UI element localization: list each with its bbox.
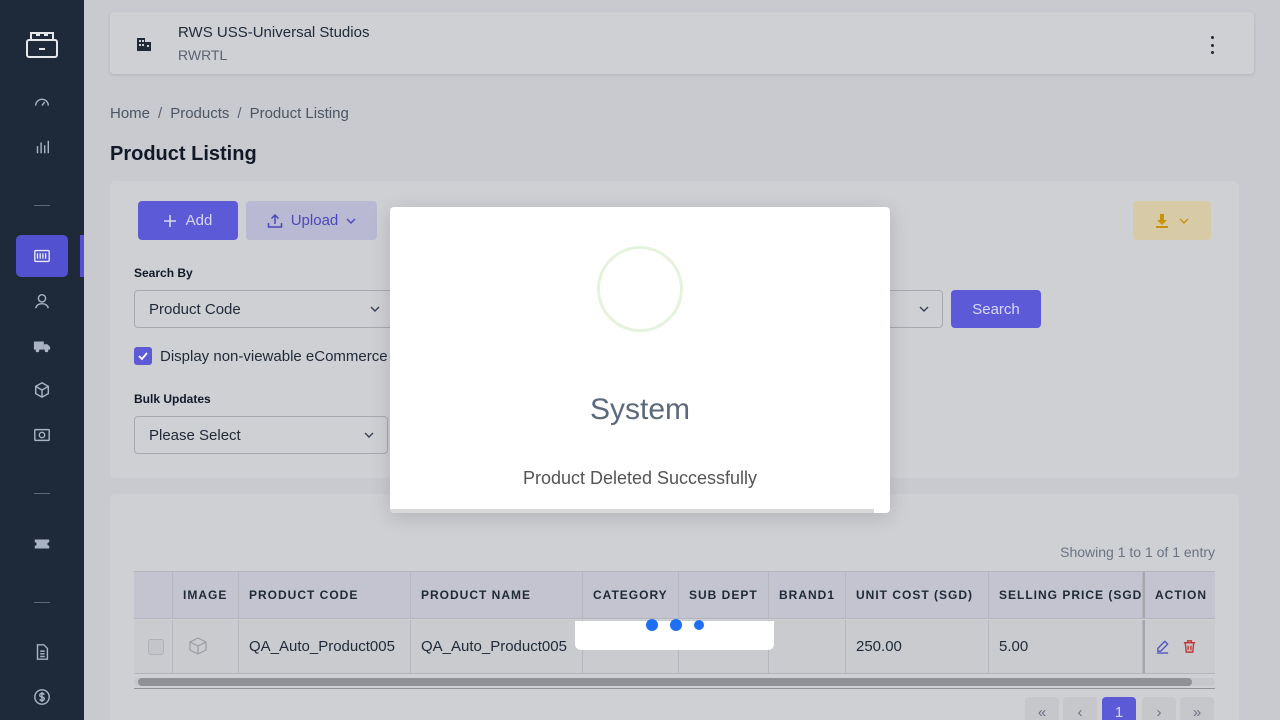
camera-icon[interactable]: [0, 413, 84, 457]
search-button[interactable]: Search: [951, 290, 1041, 328]
sidebar-divider: [34, 205, 50, 206]
table-header: IMAGE PRODUCT CODE PRODUCT NAME CATEGORY…: [134, 571, 1215, 619]
horizontal-scrollbar[interactable]: [134, 678, 1215, 686]
row-brand1: [769, 620, 846, 673]
system-alert-dialog: System Product Deleted Successfully: [390, 207, 890, 513]
box-icon[interactable]: [0, 368, 84, 412]
bulk-updates-select[interactable]: Please Select: [134, 416, 388, 454]
prev-page-button[interactable]: ‹: [1063, 697, 1097, 720]
page-1-button[interactable]: 1: [1102, 697, 1136, 720]
dialog-message: Product Deleted Successfully: [522, 468, 758, 488]
breadcrumb-current: Product Listing: [249, 105, 349, 122]
bulk-updates-label: Bulk Updates: [134, 392, 211, 406]
header-select: [134, 572, 173, 618]
next-page-button[interactable]: ›: [1142, 697, 1176, 720]
scrollbar-thumb[interactable]: [138, 678, 1192, 686]
page-title: Product Listing: [110, 143, 257, 165]
organization-code: RWRTL: [178, 47, 228, 63]
delete-icon[interactable]: [1182, 639, 1197, 654]
entries-info: Showing 1 to 1 of 1 entry: [1060, 544, 1215, 560]
ticket-icon[interactable]: [0, 522, 84, 566]
chevron-down-icon: [346, 218, 356, 224]
loading-indicator: [575, 619, 774, 650]
header-image: IMAGE: [173, 572, 239, 618]
truck-icon[interactable]: [0, 324, 84, 368]
check-icon: [138, 352, 148, 361]
header-action: ACTION: [1143, 572, 1215, 618]
header-selling-price[interactable]: SELLING PRICE (SGD: [989, 572, 1143, 618]
row-product-code: QA_Auto_Product005: [239, 620, 411, 673]
download-button[interactable]: [1133, 201, 1211, 240]
row-checkbox[interactable]: [148, 638, 164, 655]
last-page-button[interactable]: »: [1180, 697, 1214, 720]
breadcrumb-separator: /: [237, 105, 242, 122]
edit-icon[interactable]: [1155, 639, 1170, 654]
upload-icon: [267, 213, 282, 228]
row-image-cell: [173, 620, 239, 673]
row-product-name: QA_Auto_Product005: [411, 620, 583, 673]
loading-dot: [669, 619, 682, 631]
dashboard-icon[interactable]: [0, 80, 84, 124]
breadcrumb-separator: /: [158, 105, 163, 122]
upload-button[interactable]: Upload: [246, 201, 377, 240]
sidebar-divider: [34, 493, 50, 494]
dollar-icon[interactable]: [0, 675, 84, 719]
header-product-code[interactable]: PRODUCT CODE: [239, 572, 411, 618]
search-by-label: Search By: [134, 266, 193, 280]
product-image-placeholder-icon: [183, 632, 213, 662]
bulk-updates-value: Please Select: [149, 426, 241, 444]
pagination-divider: [134, 688, 1215, 689]
header-product-name[interactable]: PRODUCT NAME: [411, 572, 583, 618]
add-button[interactable]: Add: [138, 201, 238, 240]
sidebar-divider: [34, 602, 50, 603]
search-by-value: Product Code: [149, 300, 241, 318]
header-unit-cost[interactable]: UNIT COST (SGD): [846, 572, 989, 618]
breadcrumb: Home / Products / Product Listing: [110, 105, 349, 122]
row-selling-price: 5.00: [989, 620, 1143, 673]
display-non-viewable-label: Display non-viewable eCommerce: [160, 348, 388, 365]
logo-icon[interactable]: [0, 22, 84, 66]
document-icon[interactable]: [0, 630, 84, 674]
barcode-icon[interactable]: [16, 235, 68, 277]
plus-icon: [163, 214, 176, 227]
breadcrumb-products[interactable]: Products: [170, 105, 229, 122]
more-options-icon[interactable]: [1202, 36, 1222, 54]
reports-icon[interactable]: [0, 125, 84, 169]
display-non-viewable-checkbox[interactable]: [134, 347, 152, 365]
user-icon[interactable]: [0, 279, 84, 323]
dialog-timer-bar: [390, 509, 874, 513]
row-select-cell: [134, 620, 173, 673]
table-card: Showing 1 to 1 of 1 entry IMAGE PRODUCT …: [110, 494, 1239, 720]
search-by-select[interactable]: Product Code: [134, 290, 394, 328]
download-icon: [1156, 213, 1168, 228]
header-sub-dept[interactable]: SUB DEPT: [679, 572, 769, 618]
add-button-label: Add: [185, 212, 213, 229]
success-icon: [597, 246, 683, 332]
building-icon: [136, 36, 152, 52]
first-page-button[interactable]: «: [1025, 697, 1059, 720]
active-indicator: [80, 235, 84, 277]
loading-dot: [645, 619, 658, 631]
chevron-down-icon: [1179, 218, 1189, 224]
dialog-title: System: [589, 393, 691, 426]
breadcrumb-home[interactable]: Home: [110, 105, 150, 122]
sidebar: [0, 0, 84, 720]
chevron-down-icon: [364, 432, 374, 438]
row-actions: [1143, 620, 1215, 673]
header-brand1[interactable]: BRAND1: [769, 572, 846, 618]
organization-bar: RWS USS-Universal Studios RWRTL: [110, 12, 1254, 74]
chevron-down-icon: [919, 306, 929, 312]
header-category[interactable]: CATEGORY: [583, 572, 679, 618]
row-unit-cost: 250.00: [846, 620, 989, 673]
organization-name: RWS USS-Universal Studios: [178, 24, 370, 41]
chevron-down-icon: [370, 306, 380, 312]
loading-dot: [693, 620, 704, 630]
upload-button-label: Upload: [290, 212, 339, 229]
